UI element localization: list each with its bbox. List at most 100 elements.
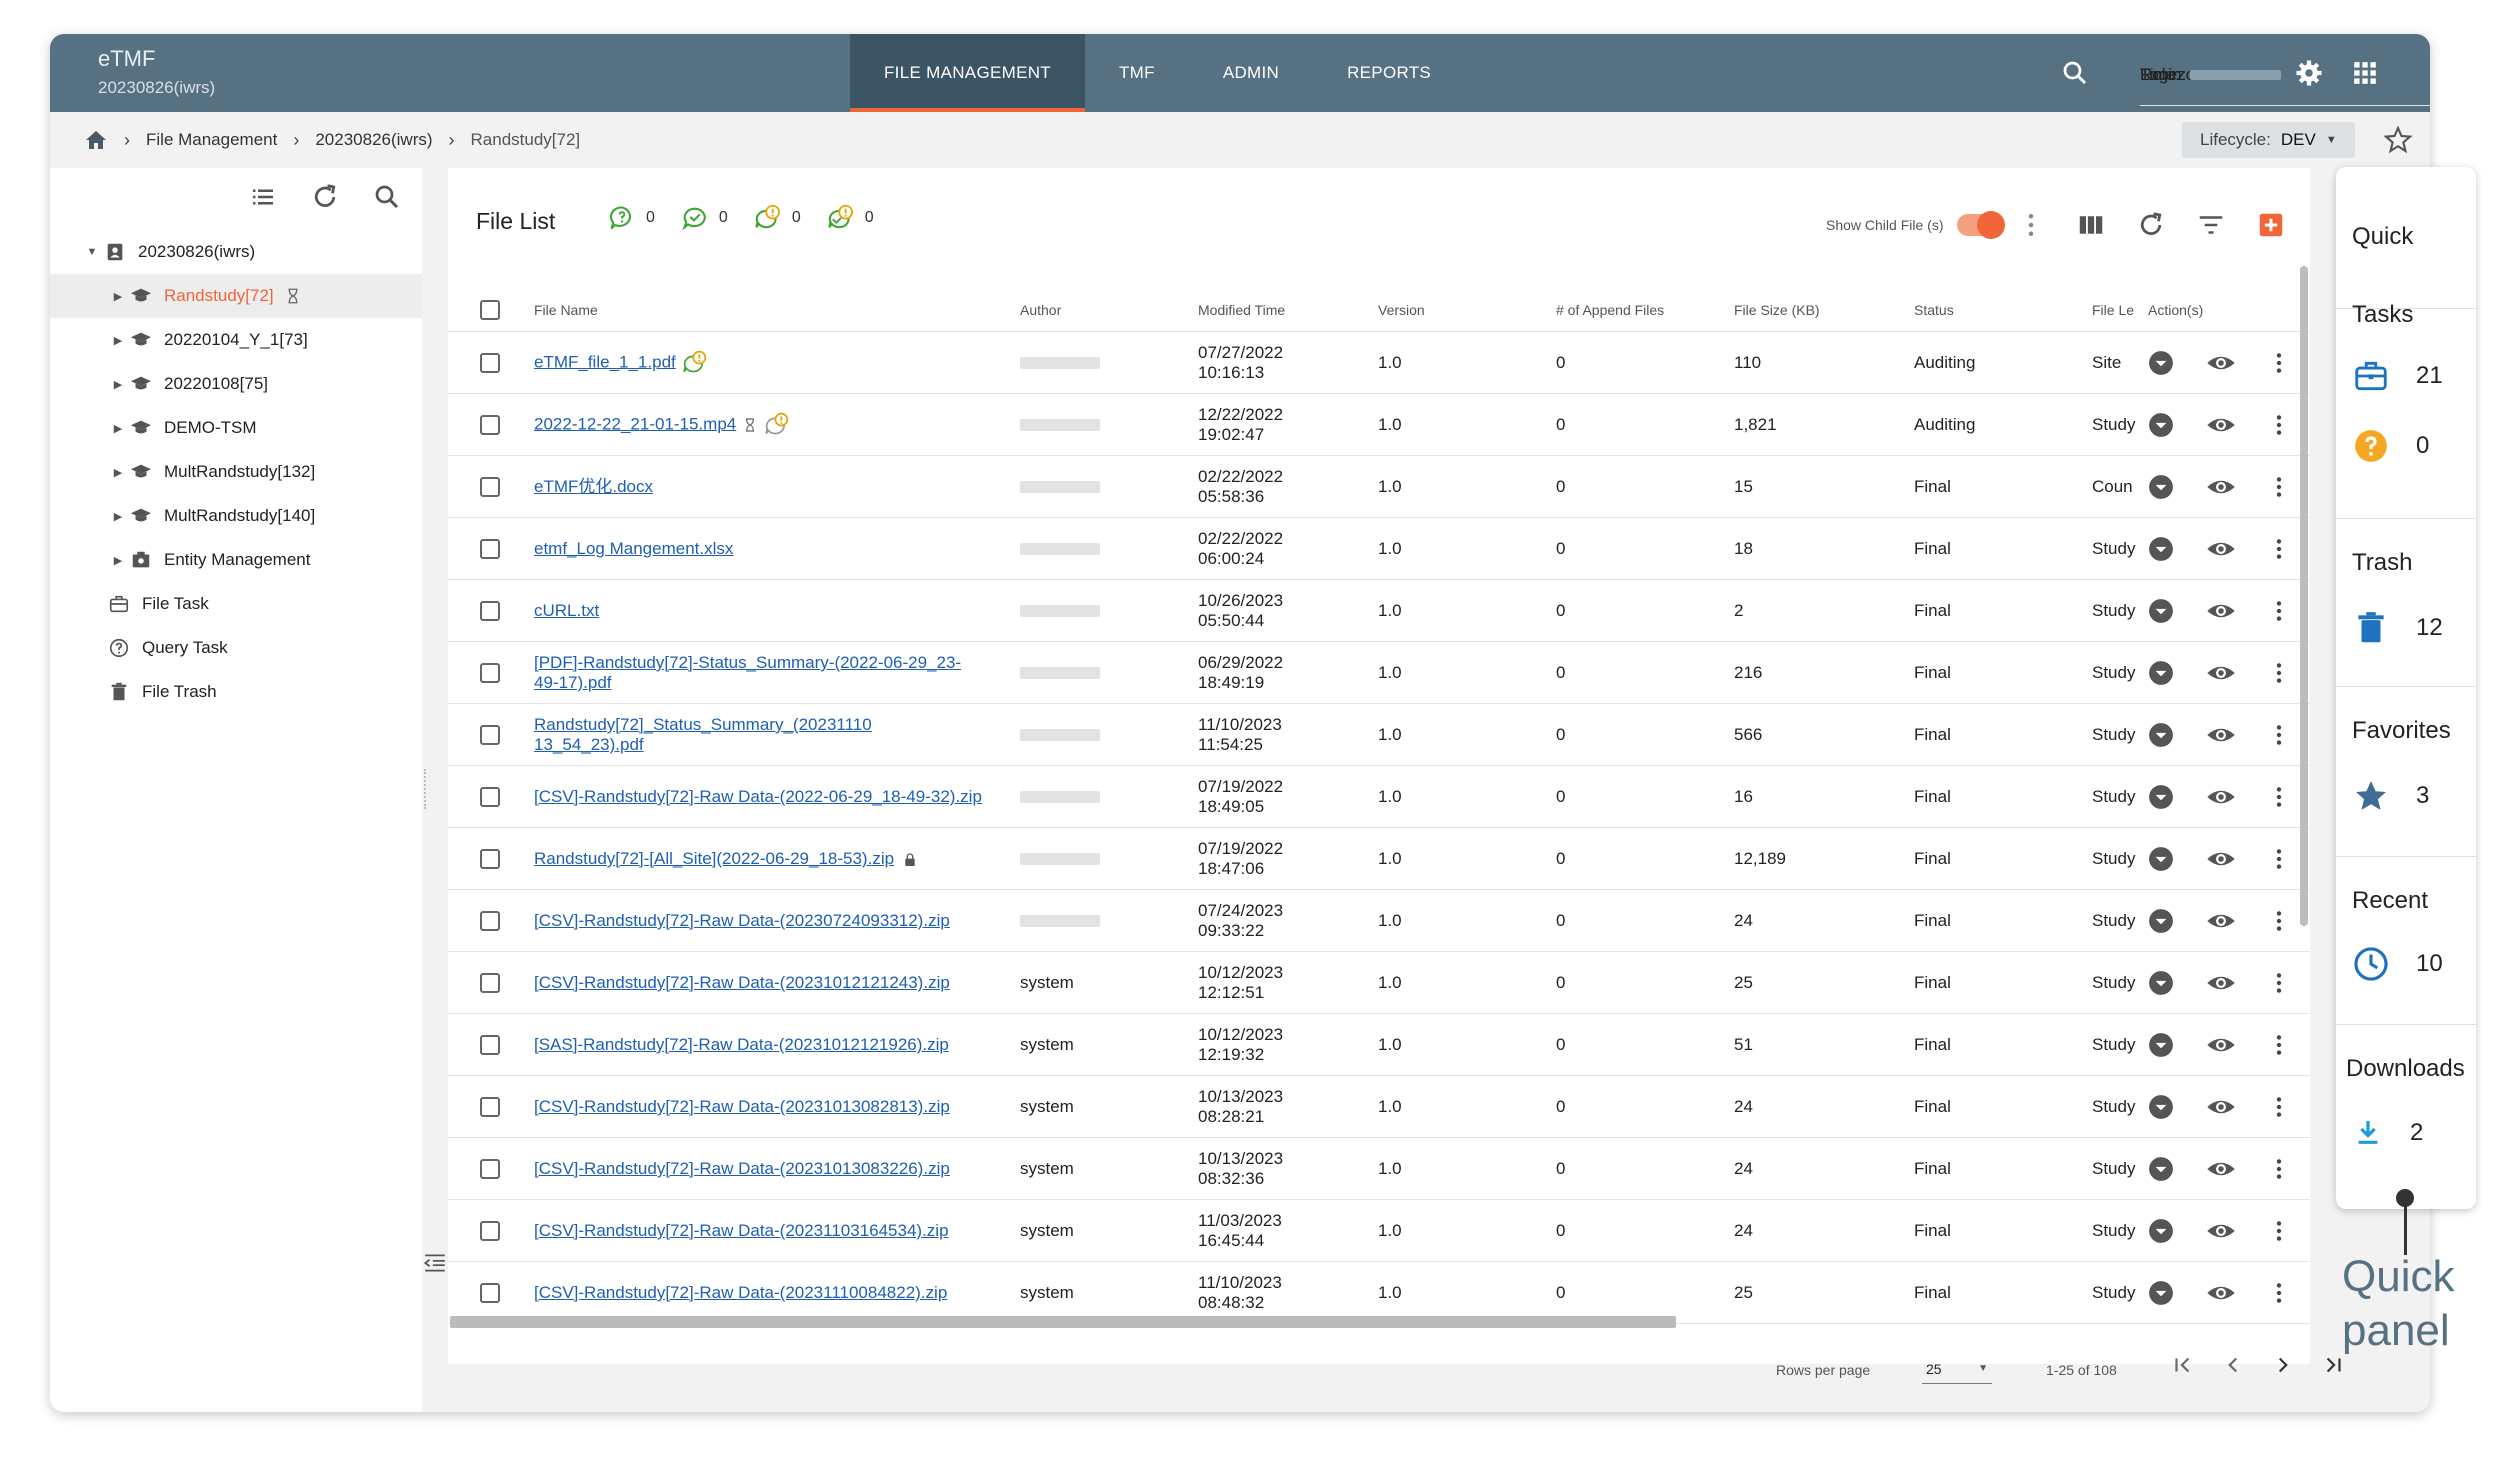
list-view-icon[interactable] (248, 182, 278, 212)
more-vertical-icon[interactable] (2266, 908, 2292, 934)
eye-icon[interactable] (2206, 720, 2236, 750)
row-checkbox[interactable] (480, 725, 500, 745)
table-row[interactable]: [PDF]-Randstudy[72]-Status_Summary-(2022… (448, 642, 2310, 704)
nav-tmf[interactable]: TMF (1085, 34, 1189, 112)
col-level[interactable]: File Le (2092, 302, 2134, 318)
row-checkbox[interactable] (480, 415, 500, 435)
file-name-link[interactable]: [CSV]-Randstudy[72]-Raw Data-(2023110316… (534, 1221, 949, 1240)
next-page-icon[interactable] (2270, 1352, 2296, 1378)
more-vertical-icon[interactable] (2266, 970, 2292, 996)
file-task-link[interactable]: File Task (50, 582, 422, 626)
counter-warning[interactable]: 0 (754, 204, 801, 232)
tree-study-randstudy72[interactable]: ▶ Randstudy[72] (50, 274, 422, 318)
file-name-link[interactable]: Randstudy[72]_Status_Summary_(20231110 (534, 715, 872, 734)
eye-icon[interactable] (2206, 1216, 2236, 1246)
select-all-checkbox[interactable] (480, 299, 500, 320)
resize-handle[interactable] (424, 769, 428, 809)
gear-icon[interactable] (2294, 58, 2324, 88)
table-row[interactable]: [CSV]-Randstudy[72]-Raw Data-(2023072409… (448, 890, 2310, 952)
counter-query[interactable]: 0 (608, 204, 655, 232)
eye-icon[interactable] (2206, 782, 2236, 812)
tree-study-item[interactable]: ▶ 20220104_Y_1[73] (50, 318, 422, 362)
expand-circle-icon[interactable] (2148, 536, 2174, 562)
more-vertical-icon[interactable] (2266, 350, 2292, 376)
previous-page-icon[interactable] (2220, 1352, 2246, 1378)
file-name-link[interactable]: [CSV]-Randstudy[72]-Raw Data-(2022-06-29… (534, 787, 982, 806)
expand-circle-icon[interactable] (2148, 970, 2174, 996)
row-checkbox[interactable] (480, 663, 500, 683)
more-vertical-icon[interactable] (2266, 1156, 2292, 1182)
table-row[interactable]: [CSV]-Randstudy[72]-Raw Data-(2023101212… (448, 952, 2310, 1014)
tree-entity-management[interactable]: ▶ Entity Management (50, 538, 422, 582)
more-vertical-icon[interactable] (2266, 474, 2292, 500)
expand-circle-icon[interactable] (2148, 1156, 2174, 1182)
file-name-link[interactable]: [CSV]-Randstudy[72]-Raw Data-(2023101212… (534, 973, 950, 992)
expand-circle-icon[interactable] (2148, 1094, 2174, 1120)
search-icon[interactable] (372, 182, 402, 212)
col-append[interactable]: # of Append Files (1556, 302, 1664, 318)
density-toggle-icon[interactable] (422, 1250, 448, 1276)
tree-study-item[interactable]: ▶ DEMO-TSM (50, 406, 422, 450)
table-row[interactable]: Randstudy[72]-[All_Site](2022-06-29_18-5… (448, 828, 2310, 890)
table-row[interactable]: Randstudy[72]_Status_Summary_(20231110 13… (448, 704, 2310, 766)
row-checkbox[interactable] (480, 1283, 500, 1303)
trash-item[interactable]: 12 (2352, 609, 2443, 647)
more-vertical-icon[interactable] (2266, 412, 2292, 438)
file-name-link[interactable]: [CSV]-Randstudy[72]-Raw Data-(2023072409… (534, 911, 950, 930)
lifecycle-select[interactable]: Lifecycle: DEV ▼ (2182, 122, 2355, 158)
table-row[interactable]: [CSV]-Randstudy[72]-Raw Data-(2023110316… (448, 1200, 2310, 1262)
more-vertical-icon[interactable] (2266, 1094, 2292, 1120)
expand-circle-icon[interactable] (2148, 1280, 2174, 1306)
row-checkbox[interactable] (480, 1035, 500, 1055)
favorites-item[interactable]: 3 (2352, 777, 2429, 815)
eye-icon[interactable] (2206, 1092, 2236, 1122)
file-name-link[interactable]: Randstudy[72]-[All_Site](2022-06-29_18-5… (534, 849, 894, 868)
file-trash-link[interactable]: File Trash (50, 670, 422, 714)
eye-icon[interactable] (2206, 968, 2236, 998)
nav-reports[interactable]: REPORTS (1313, 34, 1465, 112)
eye-icon[interactable] (2206, 410, 2236, 440)
table-row[interactable]: etmf_Log Mangement.xlsx 02/22/2022 06:00:2… (448, 518, 2310, 580)
file-name-link-cont[interactable]: 49-17).pdf (534, 673, 612, 692)
caret-down-icon[interactable]: ▼ (82, 246, 102, 258)
columns-icon[interactable] (2076, 210, 2106, 240)
caret-right-icon[interactable]: ▶ (108, 290, 128, 303)
col-modified[interactable]: Modified Time (1198, 302, 1285, 318)
tree-study-item[interactable]: ▶ MultRandstudy[140] (50, 494, 422, 538)
table-row[interactable]: 2022-12-22_21-01-15.mp4 12/22/2022 19:02:4… (448, 394, 2310, 456)
caret-right-icon[interactable]: ▶ (108, 554, 128, 567)
col-file-name[interactable]: File Name (534, 302, 598, 318)
row-checkbox[interactable] (480, 973, 500, 993)
row-checkbox[interactable] (480, 1221, 500, 1241)
eye-icon[interactable] (2206, 658, 2236, 688)
file-name-link[interactable]: [SAS]-Randstudy[72]-Raw Data-(2023101212… (534, 1035, 949, 1054)
tree-study-item[interactable]: ▶ MultRandstudy[132] (50, 450, 422, 494)
expand-circle-icon[interactable] (2148, 598, 2174, 624)
recent-item[interactable]: 10 (2352, 945, 2443, 983)
expand-circle-icon[interactable] (2148, 412, 2174, 438)
table-row[interactable]: [SAS]-Randstudy[72]-Raw Data-(2023101212… (448, 1014, 2310, 1076)
col-size[interactable]: File Size (KB) (1734, 302, 1820, 318)
home-icon[interactable] (84, 128, 108, 152)
table-row[interactable]: [CSV]-Randstudy[72]-Raw Data-(2023101308… (448, 1076, 2310, 1138)
col-version[interactable]: Version (1378, 302, 1425, 318)
row-checkbox[interactable] (480, 911, 500, 931)
file-name-link[interactable]: eTMF优化.docx (534, 477, 653, 496)
expand-circle-icon[interactable] (2148, 784, 2174, 810)
table-row[interactable]: cURL.txt 10/26/2023 05:50:44 1.0 0 2 Final Stud… (448, 580, 2310, 642)
refresh-icon[interactable] (2136, 210, 2166, 240)
eye-icon[interactable] (2206, 534, 2236, 564)
file-name-link-cont[interactable]: 13_54_23).pdf (534, 735, 644, 754)
eye-icon[interactable] (2206, 844, 2236, 874)
tasks-file[interactable]: 21 (2352, 357, 2443, 395)
caret-right-icon[interactable]: ▶ (108, 378, 128, 391)
filter-icon[interactable] (2196, 210, 2226, 240)
add-file-icon[interactable] (2256, 210, 2286, 240)
row-checkbox[interactable] (480, 477, 500, 497)
expand-circle-icon[interactable] (2148, 350, 2174, 376)
caret-right-icon[interactable]: ▶ (108, 422, 128, 435)
caret-right-icon[interactable]: ▶ (108, 466, 128, 479)
more-vertical-icon[interactable] (2266, 598, 2292, 624)
row-checkbox[interactable] (480, 849, 500, 869)
col-author[interactable]: Author (1020, 302, 1061, 318)
